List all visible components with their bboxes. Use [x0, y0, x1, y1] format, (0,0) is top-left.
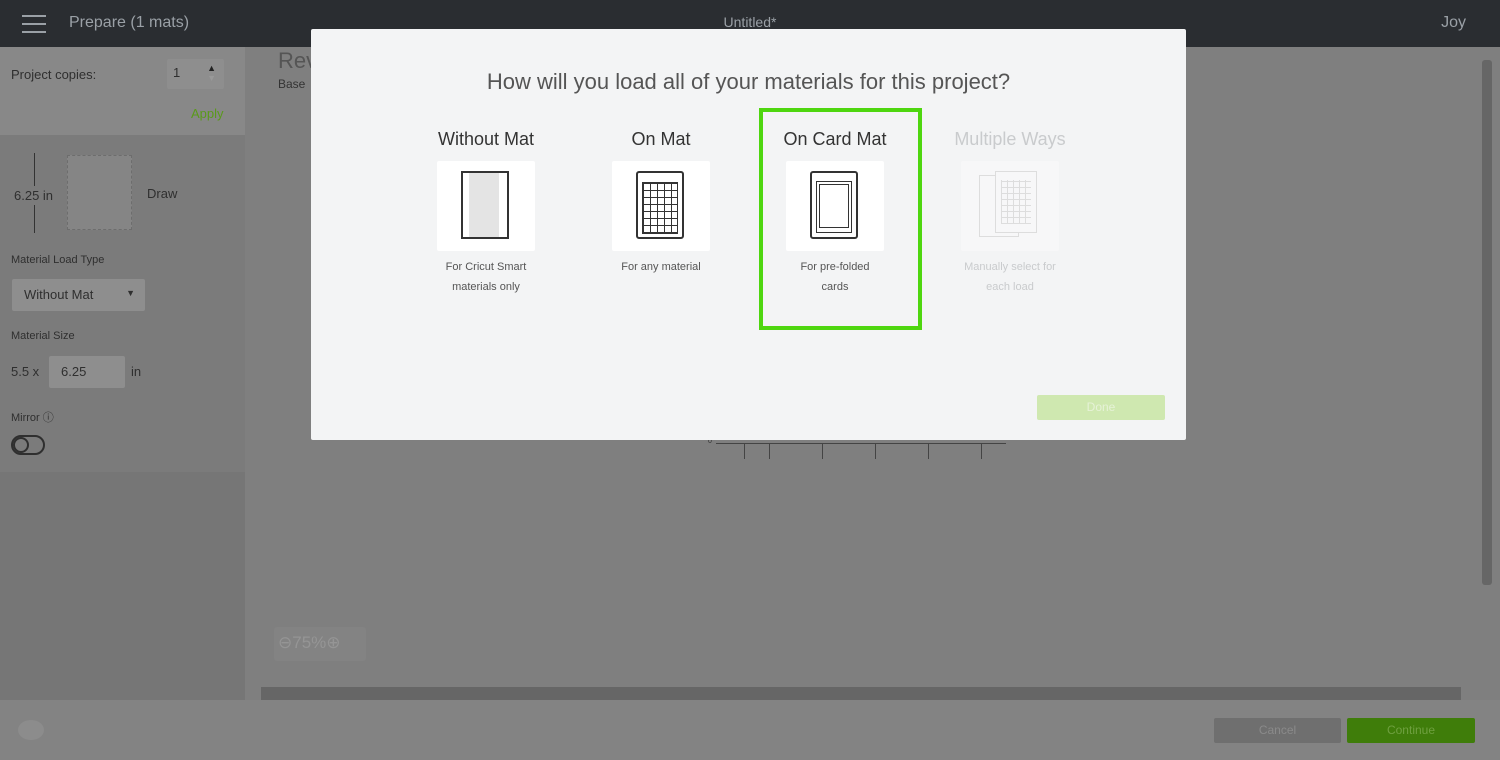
zoom-in-icon[interactable]: ⊕ [326, 633, 340, 652]
option-desc: materials only [452, 281, 520, 293]
document-title: Untitled* [723, 14, 777, 30]
option-name: Multiple Ways [954, 129, 1066, 149]
size-unit: in [131, 364, 142, 379]
mirror-label: Mirror ⓘ [11, 412, 54, 424]
option-name: On Mat [631, 129, 691, 149]
copies-value: 1 [173, 65, 181, 80]
mat-grid-icon [612, 161, 710, 251]
load-type-value: Without Mat [24, 287, 94, 302]
continue-button[interactable]: Continue [1347, 718, 1475, 743]
option-on-mat[interactable]: On Mat For any material [581, 129, 741, 277]
vertical-scrollbar[interactable] [1482, 60, 1492, 585]
option-multiple-ways: Multiple Ways Manually select for each lo… [930, 129, 1090, 297]
done-button[interactable]: Done [1037, 395, 1165, 420]
selected-option-highlight [759, 108, 922, 330]
mat-thumbnail[interactable] [67, 155, 132, 230]
canvas-subtitle: Base [278, 77, 306, 91]
option-desc: For any material [621, 261, 701, 273]
caret-down-icon: ▼ [126, 288, 135, 298]
copies-label: Project copies: [11, 67, 97, 82]
option-desc: Manually select for [964, 261, 1056, 273]
load-type-label: Material Load Type [11, 254, 105, 266]
option-desc: For Cricut Smart [445, 261, 527, 273]
no-mat-icon [437, 161, 535, 251]
user-name[interactable]: Joy [1441, 14, 1466, 32]
cancel-button[interactable]: Cancel [1214, 718, 1341, 743]
load-materials-dialog: How will you load all of your materials … [311, 29, 1186, 440]
chat-icon[interactable] [18, 720, 44, 740]
apply-button[interactable]: Apply [191, 106, 224, 121]
sidebar-empty [0, 472, 245, 700]
size-label: Material Size [11, 330, 75, 342]
mat-action: Draw [147, 186, 178, 201]
load-type-dropdown[interactable]: Without Mat ▼ [12, 279, 145, 311]
multiple-mats-icon [961, 161, 1059, 251]
ruler [716, 443, 1006, 459]
zoom-level: 75% [292, 633, 327, 652]
mat-height: 6.25 in [14, 186, 54, 205]
zoom-control: ⊖75%⊕ [274, 627, 366, 661]
horizontal-scrollbar[interactable] [261, 687, 1461, 700]
option-name: Without Mat [437, 129, 535, 149]
mirror-toggle[interactable] [11, 435, 45, 455]
option-without-mat[interactable]: Without Mat For Cricut Smart materials on… [406, 129, 566, 297]
size-height-input[interactable]: 6.25 [49, 356, 125, 388]
copies-panel: Project copies: 1 ▲ ▼ Apply [0, 47, 245, 135]
info-icon[interactable]: ⓘ [43, 412, 54, 424]
dialog-title: How will you load all of your materials … [486, 69, 1011, 94]
zoom-out-icon[interactable]: ⊖ [278, 633, 292, 652]
stepper-arrows-icon[interactable]: ▲ ▼ [207, 63, 216, 83]
size-width: 5.5 x [11, 364, 40, 379]
option-desc: each load [986, 281, 1034, 293]
copies-stepper[interactable]: 1 ▲ ▼ [167, 59, 224, 89]
